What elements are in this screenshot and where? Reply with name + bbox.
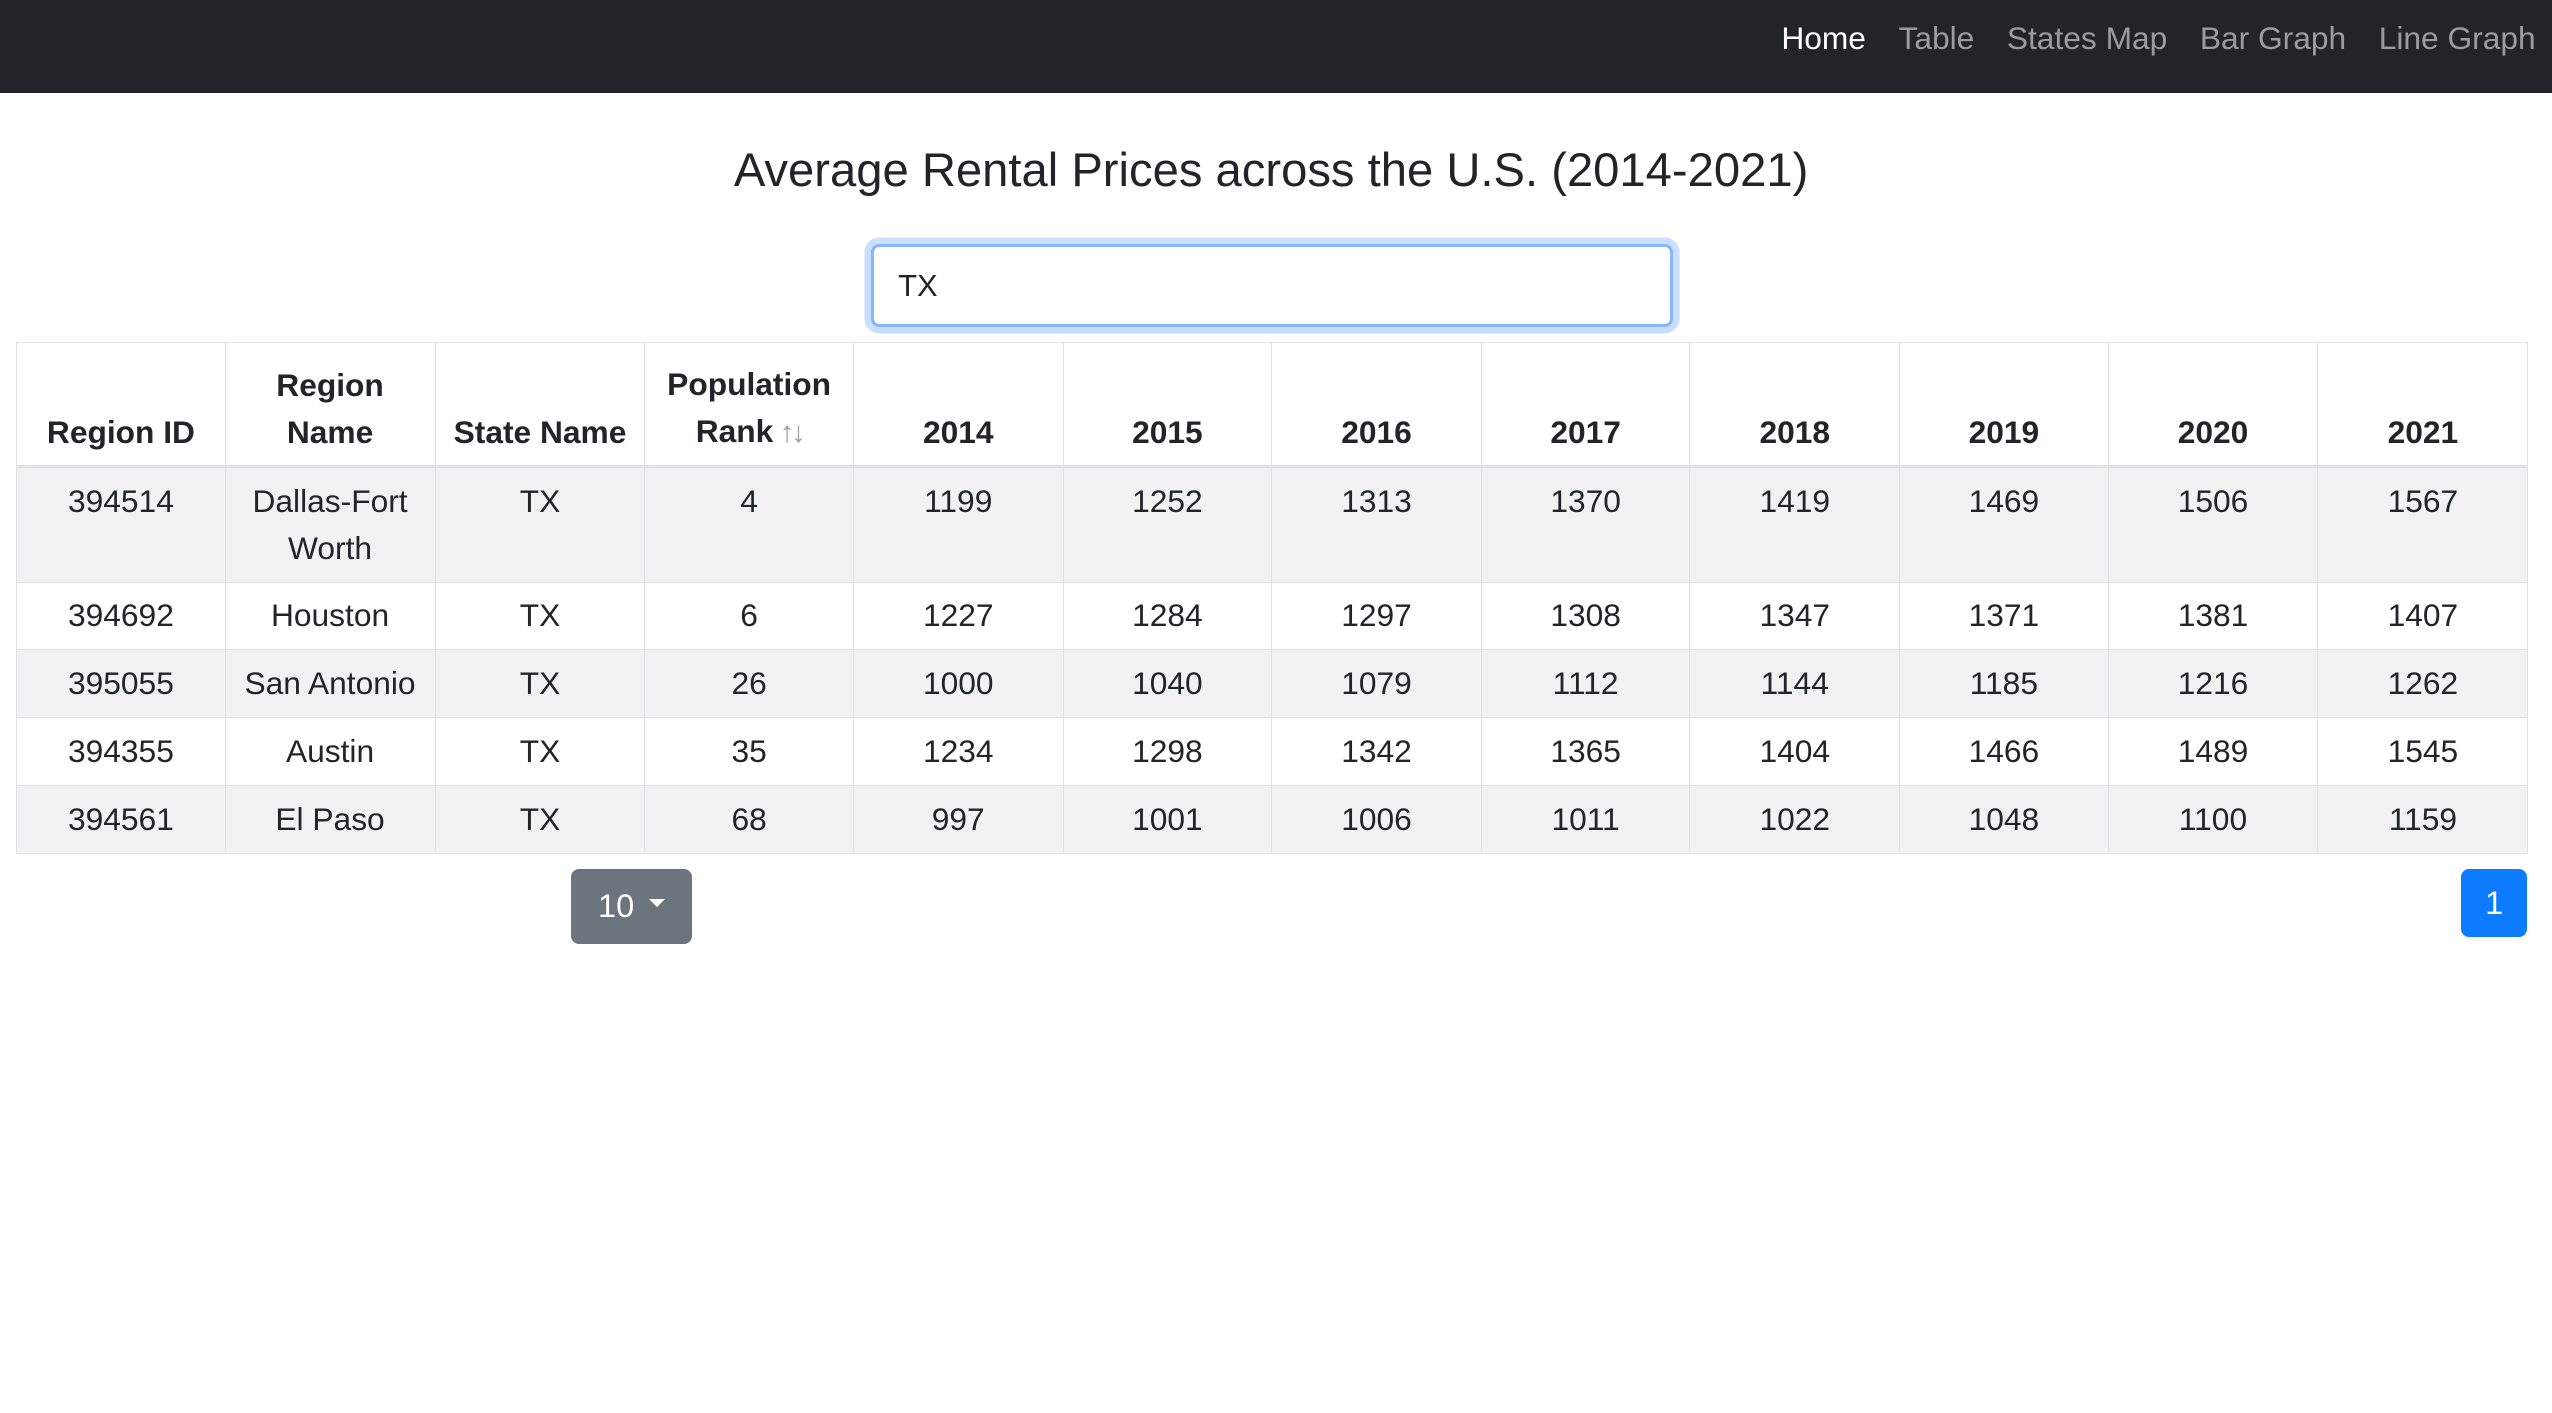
table-cell: 1298 bbox=[1062, 717, 1273, 786]
table-cell: 1100 bbox=[2107, 784, 2319, 854]
header-state-name: State Name bbox=[434, 341, 646, 468]
page-button-1[interactable]: 1 bbox=[2460, 869, 2528, 938]
table-cell: 1313 bbox=[1271, 465, 1482, 583]
table-cell: 1000 bbox=[852, 649, 1064, 719]
table-cell: 1079 bbox=[1271, 649, 1482, 719]
header-region-id: Region ID bbox=[16, 341, 226, 468]
table-cell: 1040 bbox=[1062, 649, 1273, 719]
page-title: Average Rental Prices across the U.S. (2… bbox=[733, 143, 1809, 197]
table-cell: 1545 bbox=[2317, 717, 2529, 786]
table-row: 394514 Dallas-Fort Worth TX 4 1199 1252 1313 13… bbox=[16, 465, 2529, 583]
search-container bbox=[870, 244, 1674, 328]
search-input[interactable] bbox=[870, 244, 1674, 328]
table-cell: 394561 bbox=[16, 784, 226, 854]
nav-line-graph[interactable]: Line Graph bbox=[2379, 22, 2536, 55]
table-cell: 1506 bbox=[2107, 465, 2319, 583]
table-cell: 1342 bbox=[1271, 717, 1482, 786]
table-cell: TX bbox=[434, 784, 646, 854]
table-cell: 1159 bbox=[2317, 784, 2529, 854]
header-2015: 2015 bbox=[1062, 341, 1273, 468]
table-cell: 1365 bbox=[1480, 717, 1691, 786]
table-cell: 1419 bbox=[1689, 465, 1901, 583]
nav-table[interactable]: Table bbox=[1898, 22, 1974, 55]
table-cell: 1112 bbox=[1480, 649, 1691, 719]
table-cell: 68 bbox=[644, 784, 854, 854]
table-cell: 1144 bbox=[1689, 649, 1901, 719]
table-cell: 1011 bbox=[1480, 784, 1691, 854]
table-cell: 395055 bbox=[16, 649, 226, 719]
nav-home[interactable]: Home bbox=[1781, 22, 1866, 55]
header-2017: 2017 bbox=[1480, 341, 1691, 468]
table-cell: Houston bbox=[224, 581, 436, 651]
table-cell: TX bbox=[434, 649, 646, 719]
table-cell: 1199 bbox=[852, 465, 1064, 583]
rental-prices-table: Region ID Region Name State Name Populat… bbox=[16, 341, 2529, 854]
table-cell: 1469 bbox=[1899, 465, 2109, 583]
table-row: 394692 Houston TX 6 1227 1284 1297 1308 1347 1371… bbox=[16, 581, 2529, 651]
sort-arrows-icon[interactable]: ↑↓ bbox=[780, 416, 806, 449]
header-2020: 2020 bbox=[2107, 341, 2319, 468]
table-cell: 997 bbox=[852, 784, 1064, 854]
table-cell: 1234 bbox=[852, 717, 1064, 786]
header-region-name: Region Name bbox=[224, 341, 436, 468]
table-cell: Austin bbox=[224, 717, 436, 786]
table-cell: Dallas-Fort Worth bbox=[224, 465, 436, 583]
table-cell: 394355 bbox=[16, 717, 226, 786]
table-cell: 1022 bbox=[1689, 784, 1901, 854]
table-cell: 1216 bbox=[2107, 649, 2319, 719]
page-size-dropdown[interactable]: 10 bbox=[571, 869, 692, 944]
header-population-rank[interactable]: Population Rank ↑↓ bbox=[644, 341, 854, 468]
table-cell: 1489 bbox=[2107, 717, 2319, 786]
table-cell: 35 bbox=[644, 717, 854, 786]
table-cell: TX bbox=[434, 581, 646, 651]
table-cell: 1347 bbox=[1689, 581, 1901, 651]
table-cell: 1371 bbox=[1899, 581, 2109, 651]
table-cell: 1466 bbox=[1899, 717, 2109, 786]
table-cell: 1404 bbox=[1689, 717, 1901, 786]
table-cell: TX bbox=[434, 717, 646, 786]
header-2021: 2021 bbox=[2317, 341, 2529, 468]
table-cell: 1001 bbox=[1062, 784, 1273, 854]
table-row: 394355 Austin TX 35 1234 1298 1342 1365 1404 1466… bbox=[16, 717, 2529, 786]
nav-states-map[interactable]: States Map bbox=[2007, 22, 2167, 55]
table-cell: El Paso bbox=[224, 784, 436, 854]
table-row: 394561 El Paso TX 68 997 1001 1006 1011 1022 1048… bbox=[16, 784, 2529, 854]
header-2019: 2019 bbox=[1899, 341, 2109, 468]
table-cell: 6 bbox=[644, 581, 854, 651]
table-cell: 26 bbox=[644, 649, 854, 719]
table-cell: 1567 bbox=[2317, 465, 2529, 583]
table-cell: 1308 bbox=[1480, 581, 1691, 651]
table-cell: 4 bbox=[644, 465, 854, 583]
table-cell: 1381 bbox=[2107, 581, 2319, 651]
header-2014: 2014 bbox=[852, 341, 1064, 468]
caret-down-icon bbox=[648, 899, 665, 908]
table-cell: TX bbox=[434, 465, 646, 583]
table-cell: 394692 bbox=[16, 581, 226, 651]
table-body: 394514 Dallas-Fort Worth TX 4 1199 1252 1313 13… bbox=[16, 465, 2529, 854]
table-cell: 1297 bbox=[1271, 581, 1482, 651]
table-cell: 1185 bbox=[1899, 649, 2109, 719]
table-cell: San Antonio bbox=[224, 649, 436, 719]
page-size-value: 10 bbox=[598, 888, 635, 924]
table-row: 395055 San Antonio TX 26 1000 1040 1079 1112 114… bbox=[16, 649, 2529, 719]
table-header-row: Region ID Region Name State Name Populat… bbox=[16, 341, 2529, 468]
header-2016: 2016 bbox=[1271, 341, 1482, 468]
table-cell: 1252 bbox=[1062, 465, 1273, 583]
table-cell: 1262 bbox=[2317, 649, 2529, 719]
table-cell: 1006 bbox=[1271, 784, 1482, 854]
top-navbar: Home Table States Map Bar Graph Line Gra… bbox=[0, 0, 2552, 93]
table-cell: 1048 bbox=[1899, 784, 2109, 854]
table-cell: 394514 bbox=[16, 465, 226, 583]
table-cell: 1370 bbox=[1480, 465, 1691, 583]
header-2018: 2018 bbox=[1689, 341, 1901, 468]
table-cell: 1227 bbox=[852, 581, 1064, 651]
nav-bar-graph[interactable]: Bar Graph bbox=[2200, 22, 2346, 55]
table-cell: 1407 bbox=[2317, 581, 2529, 651]
table-cell: 1284 bbox=[1062, 581, 1273, 651]
